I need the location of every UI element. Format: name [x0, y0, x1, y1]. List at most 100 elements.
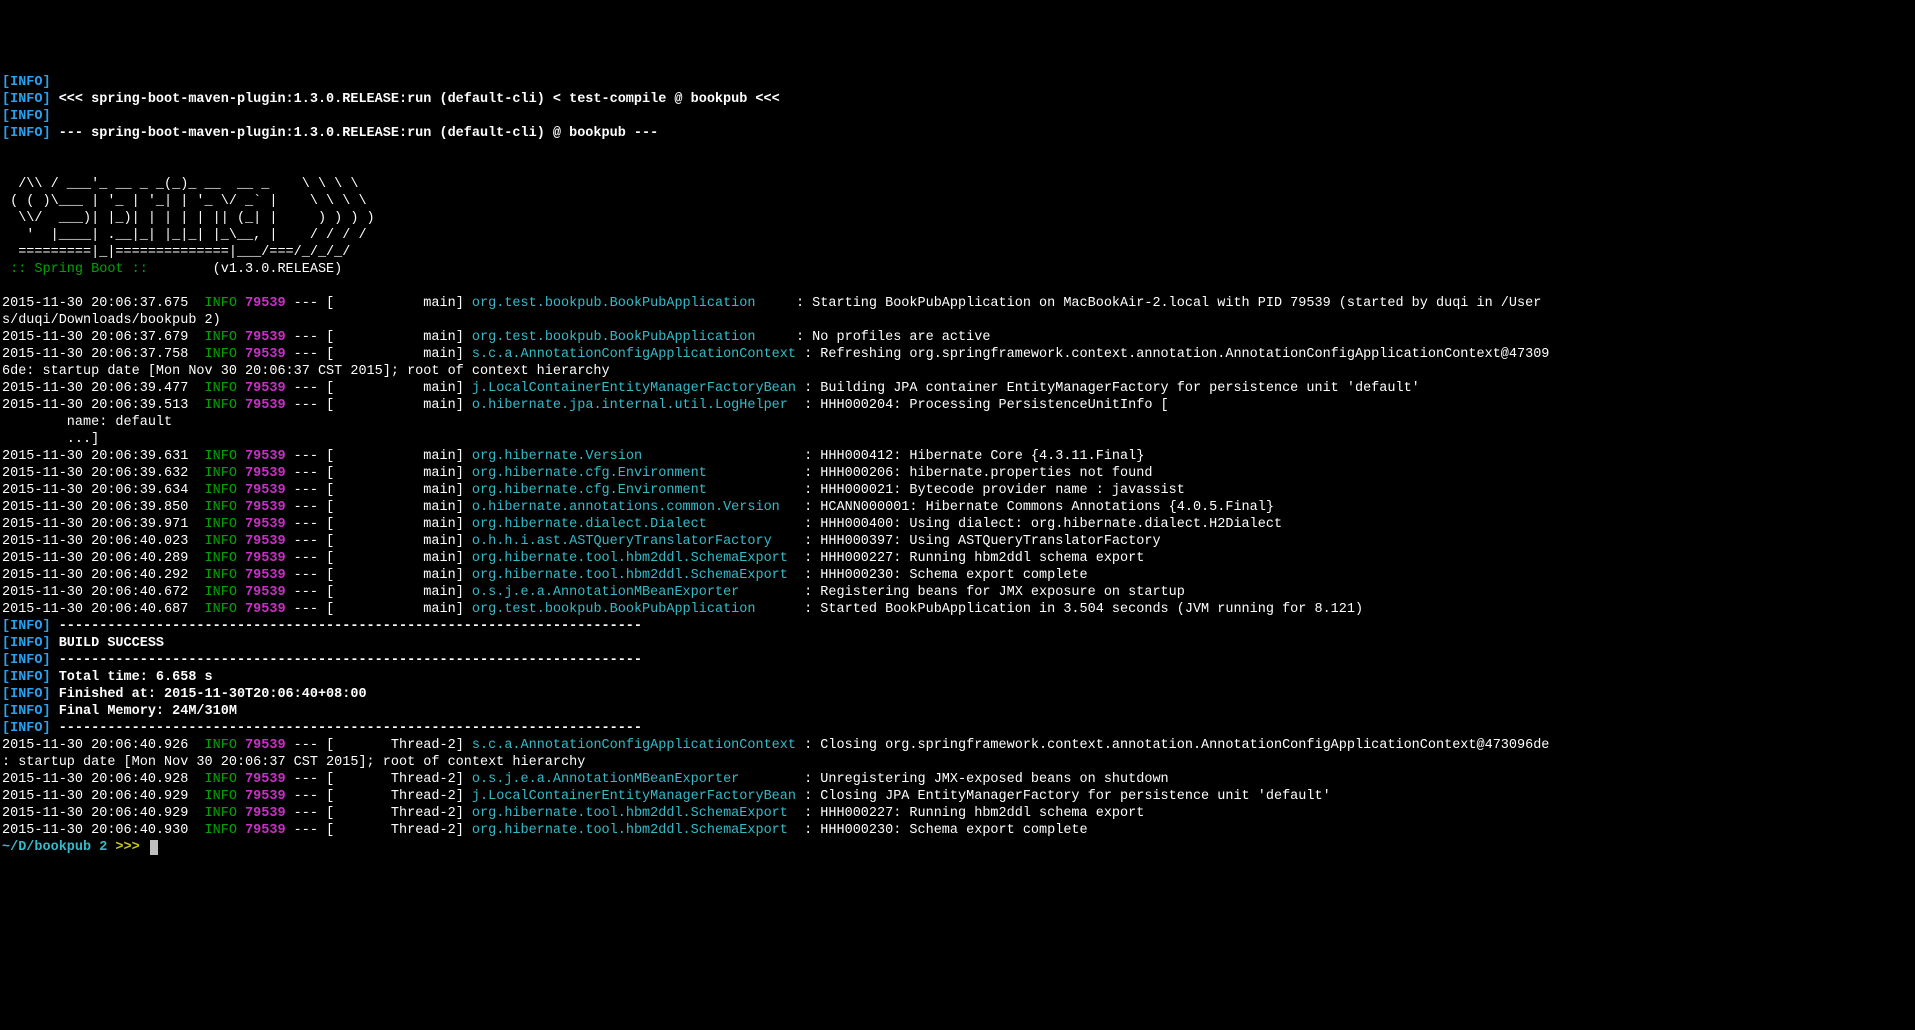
log-timestamp: 2015-11-30 20:06:39.631: [2, 449, 188, 464]
log-pid: 79539: [245, 398, 286, 413]
log-continuation: : startup date [Mon Nov 30 20:06:37 CST …: [2, 755, 585, 770]
spring-banner-art-2: \\/ ___)| |_)| | | | | || (_| | ) ) ) ): [2, 211, 375, 226]
spring-boot-version: (v1.3.0.RELEASE): [148, 262, 342, 277]
log-level: INFO: [205, 602, 237, 617]
log-level: INFO: [205, 296, 237, 311]
spring-boot-label: :: Spring Boot ::: [2, 262, 148, 277]
maven-info-tag: [INFO]: [2, 704, 51, 719]
log-message: : HHH000227: Running hbm2ddl schema expo…: [796, 551, 1144, 566]
log-level: INFO: [205, 449, 237, 464]
maven-run-header: <<< spring-boot-maven-plugin:1.3.0.RELEA…: [51, 92, 780, 107]
log-pid: 79539: [245, 823, 286, 838]
build-dashline: ----------------------------------------…: [51, 653, 642, 668]
log-message: : Closing org.springframework.context.an…: [796, 738, 1549, 753]
log-timestamp: 2015-11-30 20:06:39.971: [2, 517, 188, 532]
log-logger: s.c.a.AnnotationConfigApplicationContext: [472, 347, 796, 362]
cursor-icon[interactable]: [150, 840, 158, 855]
log-level: INFO: [205, 823, 237, 838]
log-message: : Started BookPubApplication in 3.504 se…: [796, 602, 1363, 617]
log-logger: o.s.j.e.a.AnnotationMBeanExporter: [472, 585, 796, 600]
log-logger: org.hibernate.cfg.Environment: [472, 483, 796, 498]
log-message: : Building JPA container EntityManagerFa…: [796, 381, 1420, 396]
log-pid: 79539: [245, 551, 286, 566]
log-timestamp: 2015-11-30 20:06:40.929: [2, 806, 188, 821]
log-message: : HCANN000001: Hibernate Commons Annotat…: [796, 500, 1274, 515]
log-message: : HHH000204: Processing PersistenceUnitI…: [796, 398, 1169, 413]
log-message: : Unregistering JMX-exposed beans on shu…: [796, 772, 1169, 787]
log-message: : HHH000397: Using ASTQueryTranslatorFac…: [796, 534, 1161, 549]
build-dashline: ----------------------------------------…: [51, 721, 642, 736]
log-logger: org.hibernate.dialect.Dialect: [472, 517, 796, 532]
build-finished-at: Finished at: 2015-11-30T20:06:40+08:00: [51, 687, 367, 702]
log-logger: org.test.bookpub.BookPubApplication: [472, 330, 796, 345]
spring-banner-art-4: =========|_|==============|___/===/_/_/_…: [2, 245, 350, 260]
log-pid: 79539: [245, 347, 286, 362]
log-logger: o.s.j.e.a.AnnotationMBeanExporter: [472, 772, 796, 787]
log-timestamp: 2015-11-30 20:06:40.687: [2, 602, 188, 617]
log-pid: 79539: [245, 466, 286, 481]
log-pid: 79539: [245, 602, 286, 617]
log-logger: org.hibernate.Version: [472, 449, 796, 464]
log-timestamp: 2015-11-30 20:06:39.513: [2, 398, 188, 413]
maven-info-tag: [INFO]: [2, 92, 51, 107]
log-logger: o.h.h.i.ast.ASTQueryTranslatorFactory: [472, 534, 796, 549]
log-continuation: name: default: [2, 415, 172, 430]
log-pid: 79539: [245, 296, 286, 311]
log-timestamp: 2015-11-30 20:06:37.675: [2, 296, 188, 311]
log-level: INFO: [205, 806, 237, 821]
log-message: : HHH000412: Hibernate Core {4.3.11.Fina…: [796, 449, 1144, 464]
log-timestamp: 2015-11-30 20:06:40.929: [2, 789, 188, 804]
build-success: BUILD SUCCESS: [51, 636, 164, 651]
maven-info-tag: [INFO]: [2, 687, 51, 702]
log-pid: 79539: [245, 806, 286, 821]
log-timestamp: 2015-11-30 20:06:40.672: [2, 585, 188, 600]
log-pid: 79539: [245, 772, 286, 787]
log-logger: org.hibernate.tool.hbm2ddl.SchemaExport: [472, 551, 796, 566]
log-level: INFO: [205, 398, 237, 413]
log-logger: j.LocalContainerEntityManagerFactoryBean: [472, 381, 796, 396]
log-timestamp: 2015-11-30 20:06:40.023: [2, 534, 188, 549]
log-pid: 79539: [245, 738, 286, 753]
terminal-output[interactable]: [INFO] [INFO] <<< spring-boot-maven-plug…: [2, 74, 1913, 856]
log-timestamp: 2015-11-30 20:06:40.928: [2, 772, 188, 787]
maven-info-tag: [INFO]: [2, 619, 51, 634]
log-logger: org.test.bookpub.BookPubApplication: [472, 296, 796, 311]
build-dashline: ----------------------------------------…: [51, 619, 642, 634]
maven-info-tag: [INFO]: [2, 670, 51, 685]
log-message: : Starting BookPubApplication on MacBook…: [796, 296, 1541, 311]
spring-banner-art-3: ' |____| .__|_| |_|_| |_\__, | / / / /: [2, 228, 367, 243]
log-message: : Refreshing org.springframework.context…: [796, 347, 1549, 362]
maven-info-tag: [INFO]: [2, 721, 51, 736]
log-message: : No profiles are active: [796, 330, 990, 345]
log-pid: 79539: [245, 789, 286, 804]
log-message: : Registering beans for JMX exposure on …: [796, 585, 1185, 600]
log-pid: 79539: [245, 330, 286, 345]
log-logger: org.hibernate.tool.hbm2ddl.SchemaExport: [472, 568, 796, 583]
log-timestamp: 2015-11-30 20:06:40.930: [2, 823, 188, 838]
log-message: : Closing JPA EntityManagerFactory for p…: [796, 789, 1331, 804]
build-final-memory: Final Memory: 24M/310M: [51, 704, 237, 719]
maven-info-tag: [INFO]: [2, 636, 51, 651]
log-timestamp: 2015-11-30 20:06:39.634: [2, 483, 188, 498]
log-logger: s.c.a.AnnotationConfigApplicationContext: [472, 738, 796, 753]
log-message: : HHH000206: hibernate.properties not fo…: [796, 466, 1152, 481]
prompt-dir: bookpub 2: [34, 840, 107, 855]
prompt-arrows[interactable]: >>>: [107, 840, 148, 855]
maven-info-tag: [INFO]: [2, 109, 51, 124]
log-pid: 79539: [245, 483, 286, 498]
log-timestamp: 2015-11-30 20:06:40.292: [2, 568, 188, 583]
log-message: : HHH000400: Using dialect: org.hibernat…: [796, 517, 1282, 532]
log-continuation: s/duqi/Downloads/bookpub 2): [2, 313, 221, 328]
log-timestamp: 2015-11-30 20:06:39.850: [2, 500, 188, 515]
build-total-time: Total time: 6.658 s: [51, 670, 213, 685]
log-level: INFO: [205, 347, 237, 362]
log-logger: org.hibernate.tool.hbm2ddl.SchemaExport: [472, 823, 796, 838]
log-level: INFO: [205, 772, 237, 787]
log-pid: 79539: [245, 449, 286, 464]
log-timestamp: 2015-11-30 20:06:39.477: [2, 381, 188, 396]
log-level: INFO: [205, 466, 237, 481]
log-continuation: ...]: [2, 432, 99, 447]
log-logger: org.hibernate.cfg.Environment: [472, 466, 796, 481]
log-level: INFO: [205, 330, 237, 345]
log-level: INFO: [205, 483, 237, 498]
